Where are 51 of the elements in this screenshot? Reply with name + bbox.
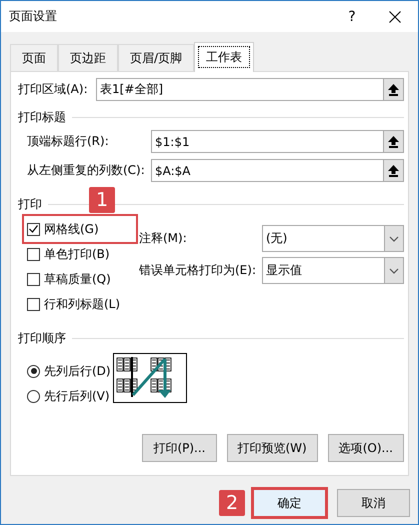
checkbox[interactable] [27, 272, 40, 286]
dropdown-label: 错误单元格打印为(E): [139, 262, 257, 279]
range-select-button[interactable] [383, 79, 403, 100]
checkbox[interactable] [27, 222, 40, 236]
radio-label[interactable]: 先行后列(V) [44, 388, 110, 404]
checkbox-label[interactable]: 草稿质量(Q) [44, 270, 111, 288]
checkbox-label[interactable]: 行和列标题(L) [44, 296, 120, 312]
checkbox-row[interactable]: 草稿质量(Q) [27, 269, 139, 289]
tab[interactable]: 页面 [10, 44, 58, 71]
range-select-button[interactable] [383, 131, 403, 152]
help-button[interactable]: ? [332, 8, 372, 24]
tab[interactable]: 页眉/页脚 [118, 44, 194, 71]
section-heading: 打印 [18, 196, 42, 213]
up-arrow-icon [388, 84, 399, 96]
radio-button[interactable] [27, 364, 40, 378]
input-field[interactable]: $1:$1 [151, 130, 404, 153]
range-select-button[interactable] [383, 160, 403, 181]
checkbox-label[interactable]: 网格线(G) [44, 220, 99, 238]
up-arrow-icon [388, 136, 399, 148]
chevron-down-icon [389, 268, 399, 274]
checkbox-label[interactable]: 单色打印(B) [44, 246, 110, 262]
checkbox-row[interactable]: 行和列标题(L) [27, 294, 139, 314]
field-label: 从左侧重复的列数(C): [26, 162, 146, 179]
field-label: 顶端标题行(R): [26, 133, 110, 150]
chevron-down-icon [389, 236, 399, 242]
dialog-button[interactable]: 打印预览(W) [226, 434, 318, 462]
dropdown[interactable]: (无) [262, 225, 404, 252]
dropdown-label: 注释(M): [139, 230, 188, 247]
window-title: 页面设置 [9, 8, 58, 25]
step-badge: 2 [219, 490, 245, 516]
close-icon [389, 10, 401, 22]
field-label: 打印区域(A): [18, 81, 89, 98]
dialog-button[interactable]: 选项(O)... [328, 434, 404, 462]
checkbox[interactable] [27, 248, 40, 260]
checkbox[interactable] [27, 298, 40, 310]
section-heading: 打印标题 [18, 109, 66, 126]
radio-label[interactable]: 先列后行(D) [44, 362, 111, 380]
tab[interactable]: 工作表 [194, 42, 254, 72]
section-heading: 打印顺序 [18, 330, 66, 347]
up-arrow-icon [388, 164, 399, 176]
input-field[interactable]: $A:$A [151, 159, 404, 182]
radio-button[interactable] [27, 390, 40, 402]
dialog-button[interactable]: 取消 [337, 489, 410, 517]
checkbox-row[interactable]: 单色打印(B) [27, 244, 139, 264]
step-badge: 1 [89, 187, 115, 213]
input-field[interactable]: 表1[#全部] [96, 78, 404, 101]
checkbox-row[interactable]: 网格线(G) [27, 219, 133, 239]
tab[interactable]: 页边距 [58, 44, 118, 71]
dialog-button[interactable]: 打印(P)... [142, 434, 216, 462]
dialog-button[interactable]: 确定 [253, 489, 326, 517]
dropdown[interactable]: 显示值 [262, 257, 404, 284]
